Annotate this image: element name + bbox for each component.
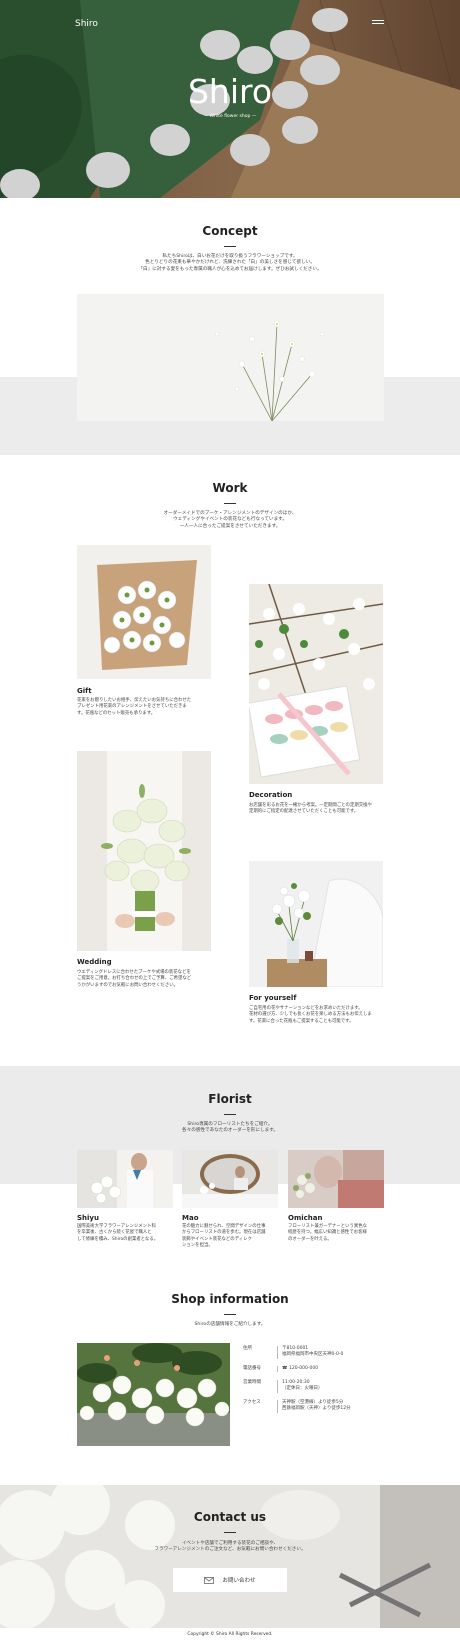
- work-for-yourself-title: For yourself: [249, 994, 297, 1002]
- hero-title: Shiro: [187, 72, 273, 111]
- work-divider: [224, 503, 236, 504]
- shop-lead: Shiroの店舗情報をご紹介します。: [194, 1322, 266, 1327]
- florist-omichan-name: Omichan: [288, 1214, 323, 1222]
- hero: Shiro Shiro — White flower shop —: [0, 0, 460, 198]
- work-gift-desc: 花束をお贈りしたいお相手、伝えたいお気持ちに合わせた プレゼント用花束のアレンジ…: [77, 698, 192, 716]
- florist-mao-name: Mao: [182, 1214, 199, 1222]
- work-wedding-desc: ウエディングドレスに合わせたブーケや式場の装花などを ご提案をご用意。お打ち合わ…: [77, 970, 192, 988]
- florist-title: Florist: [208, 1092, 252, 1106]
- shop-row-access: アクセス 天神駅（空港線）より徒歩5分 西鉄福岡駅（天神）より徒歩12分: [243, 1400, 443, 1414]
- florist-lead: Shiro専属のフローリストたちをご紹介。 各々の感性であなたのオーダーを形にし…: [182, 1122, 278, 1134]
- concept-photo: [77, 294, 384, 421]
- contact-button[interactable]: お問い合わせ: [173, 1568, 287, 1592]
- work-decoration-photo: [249, 584, 383, 784]
- work-decoration-title: Decoration: [249, 791, 293, 799]
- work-wedding-photo: [77, 751, 211, 951]
- florist-shiyu-photo: [77, 1150, 173, 1208]
- work-decoration-desc: お店舗を彩るお花を一緒から考案。一定期間ごとの定期交換や 定期的にご指定の配達さ…: [249, 803, 372, 815]
- work-for-yourself-photo: [249, 861, 383, 987]
- contact-section: [0, 1485, 460, 1628]
- mail-icon: [204, 1576, 215, 1584]
- phone-value[interactable]: ☎ 120-000-000: [282, 1366, 417, 1372]
- hero-subtitle: — White flower shop —: [203, 114, 257, 119]
- florist-omichan-desc: フローリスト兼ガーデナーという異色な 経歴を持つ。幅広い知識と感性でお客様 のオ…: [288, 1224, 368, 1242]
- florist-shiyu-desc: 国際美術大学フラワーアレンジメント科 を卒業後、古くから続く花屋で職人と して修…: [77, 1224, 159, 1242]
- work-title: Work: [212, 481, 248, 495]
- work-gift-photo: [77, 545, 211, 679]
- florist-omichan-photo: [288, 1150, 384, 1208]
- work-wedding-title: Wedding: [77, 958, 112, 966]
- concept-lead: 私たちShiroは、白いお花だけを取り扱うフラワーショップです。 色とりどりの花…: [138, 254, 322, 272]
- shop-row-hours: 営業時間 11:00-20:30 （定休日：火曜日）: [243, 1380, 443, 1394]
- florist-mao-photo: [182, 1150, 278, 1208]
- concept-divider: [224, 246, 236, 247]
- contact-title: Contact us: [193, 1510, 267, 1524]
- footer-copyright: Copyright © Shiro All Rights Reserved.: [0, 1628, 460, 1642]
- contact-divider: [224, 1532, 236, 1533]
- shop-row-address: 住所 〒810-0001 福岡県福岡市中央区天神0-0-0: [243, 1346, 443, 1360]
- contact-button-label: お問い合わせ: [222, 1578, 256, 1584]
- work-for-yourself-desc: ご自宅用の花やサナーションなどをお求めいただけます。 花材の選び方、少しでも長く…: [249, 1006, 372, 1024]
- florist-shiyu-name: Shiyu: [77, 1214, 99, 1222]
- work-gift-title: Gift: [77, 687, 92, 695]
- contact-background-photo: [0, 1485, 460, 1628]
- work-lead: オーダーメイドでのブーケ・アレンジメントのデザインのほか、 ウェディングやイベン…: [163, 511, 297, 529]
- shop-divider: [224, 1314, 236, 1315]
- florist-mao-desc: 花の魅力に魅せられ、空間デザインの仕事 からフローリストの道を歩む。現在は店舗 …: [182, 1224, 266, 1249]
- contact-lead: イベントや店舗でご利用する装花のご相談や、 フラワーアレンジメントのご注文など、…: [154, 1541, 306, 1553]
- florist-divider: [224, 1114, 236, 1115]
- shop-row-phone: 電話番号 ☎ 120-000-000: [243, 1366, 443, 1374]
- shop-title: Shop information: [171, 1292, 289, 1306]
- shop-photo: [77, 1343, 230, 1446]
- site-logo[interactable]: Shiro: [75, 19, 98, 29]
- menu-icon[interactable]: [372, 20, 384, 26]
- concept-title: Concept: [202, 224, 258, 238]
